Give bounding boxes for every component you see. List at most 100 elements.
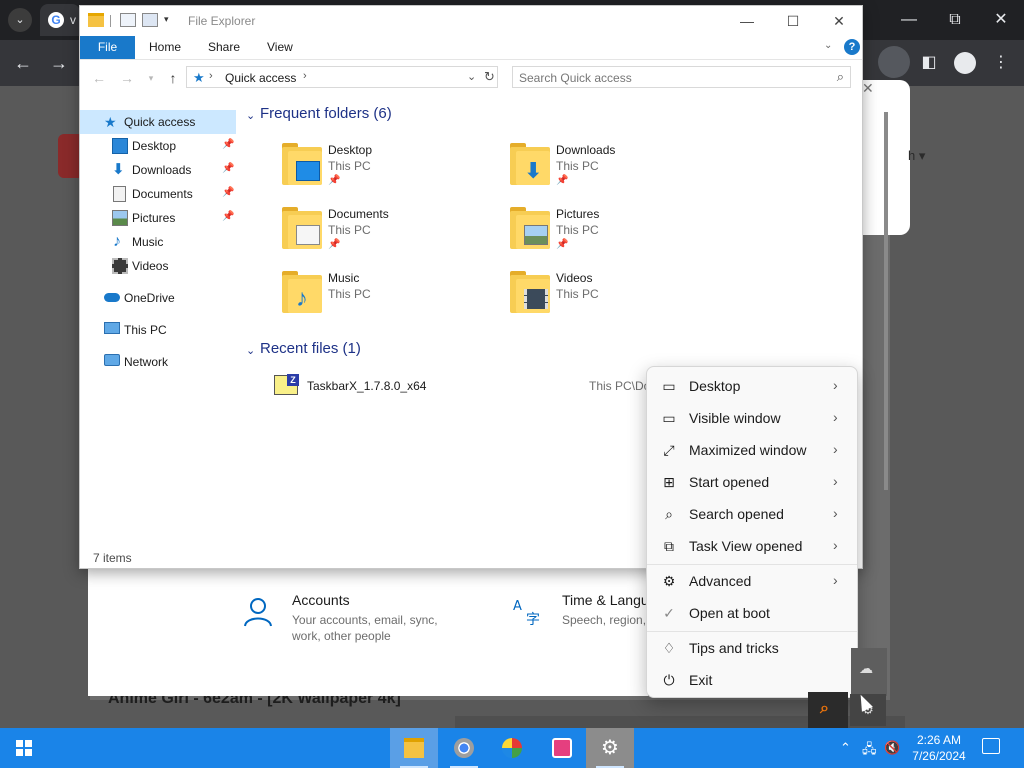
music-folder-icon: ♪: [282, 271, 322, 313]
menu-divider: [647, 564, 857, 565]
sidebar-item-onedrive[interactable]: OneDrive: [80, 286, 236, 310]
folder-tile-downloads[interactable]: ⬇ Downloads This PC 📌: [510, 143, 730, 203]
desktop-outline-icon: ▭: [662, 378, 676, 394]
folder-location: This PC: [328, 159, 371, 173]
menu-item-task-view-opened[interactable]: ⧉ Task View opened ›: [651, 531, 855, 561]
menu-item-tips-and-tricks[interactable]: ♢ Tips and tricks: [651, 633, 855, 663]
sidebar-item-quick-access[interactable]: ★ Quick access: [80, 110, 236, 134]
browser-close-button[interactable]: ✕: [978, 0, 1024, 40]
taskbar-chrome[interactable]: [440, 728, 488, 768]
menu-item-desktop[interactable]: ▭ Desktop ›: [651, 371, 855, 401]
side-panel-icon[interactable]: ◧: [916, 50, 942, 76]
chevron-right-icon: ›: [833, 409, 838, 425]
windows-logo-icon: [16, 740, 32, 756]
collapse-caret-icon[interactable]: ⌄: [246, 109, 255, 122]
address-bar[interactable]: ★ › Quick access › ⌄ ↻: [186, 66, 498, 88]
chevron-down-icon[interactable]: ⌄: [467, 70, 476, 83]
sort-dropdown[interactable]: h ▾: [908, 148, 925, 164]
tab-search-button[interactable]: ⌄: [8, 8, 32, 32]
group-header-frequent[interactable]: Frequent folders (6): [260, 105, 392, 122]
browser-tab[interactable]: G v: [40, 4, 80, 36]
network-icon[interactable]: 🖧: [862, 740, 877, 762]
recent-locations-icon[interactable]: ▾: [142, 69, 160, 87]
address-location[interactable]: Quick access: [225, 71, 296, 85]
back-arrow-icon[interactable]: ←: [90, 69, 108, 87]
properties-icon[interactable]: [120, 13, 136, 27]
forward-arrow-icon[interactable]: →: [46, 50, 72, 76]
notification-icon[interactable]: [982, 738, 1000, 754]
collapse-caret-icon[interactable]: ⌄: [246, 344, 255, 357]
folder-name: Documents: [328, 207, 389, 221]
profile-icon[interactable]: [954, 52, 976, 74]
sidebar-item-this-pc[interactable]: This PC: [80, 318, 236, 342]
explorer-titlebar[interactable]: ▾ File Explorer — ☐ ✕: [80, 6, 862, 36]
folder-location: This PC: [328, 287, 371, 301]
folder-tile-desktop[interactable]: Desktop This PC 📌: [282, 143, 502, 203]
taskbar-app[interactable]: [538, 728, 586, 768]
tab-file[interactable]: File: [80, 36, 135, 59]
minimize-button[interactable]: —: [724, 6, 770, 36]
chevron-down-icon[interactable]: ⌄: [824, 40, 832, 51]
volume-muted-icon[interactable]: 🔇: [884, 740, 900, 756]
help-icon[interactable]: ?: [844, 39, 860, 55]
chevron-right-icon[interactable]: ›: [303, 70, 307, 82]
tab-share[interactable]: Share: [208, 36, 240, 59]
start-button[interactable]: [0, 728, 48, 768]
svg-text:字: 字: [526, 612, 540, 628]
chevron-up-icon[interactable]: ⌃: [840, 740, 851, 756]
folder-icon: [88, 13, 104, 27]
page-scrollbar[interactable]: [884, 112, 888, 490]
forward-arrow-icon[interactable]: →: [118, 69, 136, 87]
menu-item-open-at-boot[interactable]: ✓ Open at boot: [651, 598, 855, 628]
sidebar-item-desktop[interactable]: Desktop 📌: [80, 134, 236, 158]
maximize-button[interactable]: ☐: [770, 6, 816, 36]
menu-item-maximized-window[interactable]: ⤢ Maximized window ›: [651, 435, 855, 465]
desktop-icon: [112, 138, 128, 154]
sidebar-item-documents[interactable]: Documents 📌: [80, 182, 236, 206]
cloud-offline-icon[interactable]: ☁: [859, 660, 873, 677]
menu-item-start-opened[interactable]: ⊞ Start opened ›: [651, 467, 855, 497]
person-icon: [244, 598, 272, 627]
browser-restore-button[interactable]: ⧉: [932, 0, 978, 40]
folder-location: This PC: [556, 287, 599, 301]
refresh-icon[interactable]: ↻: [484, 69, 498, 85]
sidebar-item-pictures[interactable]: Pictures 📌: [80, 206, 236, 230]
search-input[interactable]: Search Quick access ⌕: [512, 66, 851, 88]
sidebar-item-network[interactable]: Network: [80, 350, 236, 374]
tab-view[interactable]: View: [267, 36, 293, 59]
taskbarx-search-tile[interactable]: ⌕: [808, 692, 848, 728]
taskbar-settings[interactable]: ⚙: [586, 728, 634, 768]
app-icon: [552, 738, 572, 758]
new-folder-icon[interactable]: [142, 13, 158, 27]
menu-item-advanced[interactable]: ⚙ Advanced ›: [651, 566, 855, 596]
menu-item-label: Exit: [689, 672, 713, 688]
folder-tile-pictures[interactable]: Pictures This PC 📌: [510, 207, 730, 267]
menu-item-exit[interactable]: ⏻ Exit: [651, 665, 855, 695]
chevron-right-icon: ›: [833, 473, 838, 489]
extension-avatar[interactable]: [878, 46, 910, 78]
sidebar-item-downloads[interactable]: ⬇ Downloads 📌: [80, 158, 236, 182]
menu-item-visible-window[interactable]: ▭ Visible window ›: [651, 403, 855, 433]
customize-toolbar-icon[interactable]: ▾: [164, 14, 169, 25]
folder-tile-music[interactable]: ♪ Music This PC: [282, 271, 502, 331]
sidebar-item-videos[interactable]: Videos: [80, 254, 236, 278]
up-arrow-icon[interactable]: ↑: [164, 69, 182, 87]
more-menu-icon[interactable]: ⋮: [988, 50, 1014, 76]
taskbar-file-explorer[interactable]: [390, 728, 438, 768]
browser-minimize-button[interactable]: —: [886, 0, 932, 40]
close-icon[interactable]: ✕: [862, 80, 874, 97]
taskbar: ⚙ ⌃ 🖧 🔇 2:26 AM 7/26/2024: [0, 728, 1024, 768]
sidebar-item-label: Videos: [132, 259, 169, 273]
menu-item-search-opened[interactable]: ⌕ Search opened ›: [651, 499, 855, 529]
sidebar-item-music[interactable]: ♪ Music: [80, 230, 236, 254]
close-button[interactable]: ✕: [816, 6, 862, 36]
folder-tile-documents[interactable]: Documents This PC 📌: [282, 207, 502, 267]
tab-home[interactable]: Home: [149, 36, 181, 59]
group-header-recent[interactable]: Recent files (1): [260, 340, 361, 357]
folder-tile-videos[interactable]: Videos This PC: [510, 271, 730, 331]
folder-location: This PC: [328, 223, 371, 237]
clock[interactable]: 2:26 AM 7/26/2024: [904, 732, 974, 764]
chevron-right-icon[interactable]: ›: [209, 70, 213, 82]
back-arrow-icon[interactable]: ←: [10, 50, 36, 76]
taskbar-photos[interactable]: [488, 728, 536, 768]
